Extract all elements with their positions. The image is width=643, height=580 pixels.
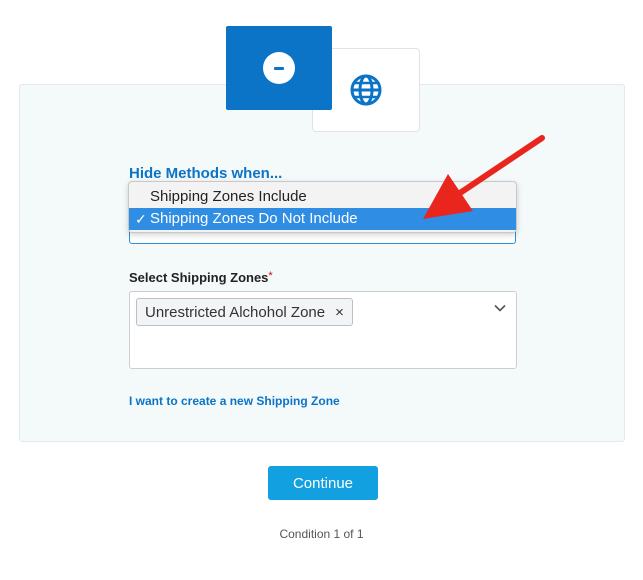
annotation-arrow bbox=[423, 135, 545, 219]
